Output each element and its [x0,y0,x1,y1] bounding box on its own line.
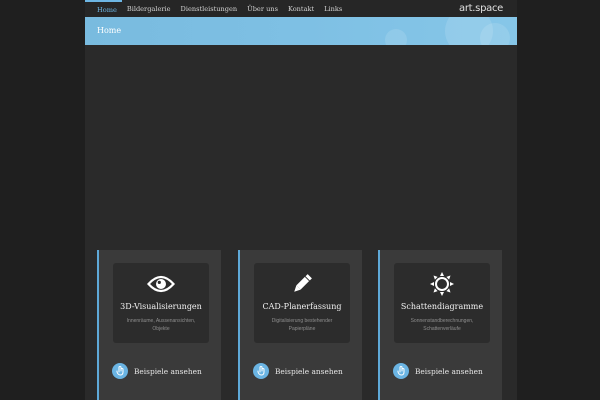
nav-item-ueber-uns[interactable]: Über uns [242,0,283,17]
service-description-line: Objekte [152,326,170,332]
examples-link-label: Beispiele ansehen [415,366,483,376]
service-title: Schattendiagramme [400,302,484,311]
nav-item-bildergalerie[interactable]: Bildergalerie [122,0,176,17]
examples-link[interactable]: Beispiele ansehen [253,363,343,379]
banner-bubble [480,23,510,45]
service-column-cad: CAD-Planerfassung Digitalisierung besteh… [238,250,362,400]
service-description-line: Papierpläne [288,326,316,332]
service-description-line: Sonnenstandberechnungen, [410,318,474,324]
service-description-line: Innenräume, Aussenansichten, [126,318,196,324]
service-description-line: Schattenverläufe [423,326,461,332]
hand-pointer-icon [393,363,409,379]
page-title: Home [97,26,122,35]
examples-link-label: Beispiele ansehen [134,366,202,376]
sun-icon [394,271,490,297]
service-title: 3D-Visualisierungen [120,302,202,311]
service-card[interactable]: CAD-Planerfassung Digitalisierung besteh… [254,263,350,343]
pencil-icon [254,271,350,297]
nav-item-dienstleistungen[interactable]: Dienstleistungen [176,0,243,17]
eye-icon [113,271,209,297]
banner-bubble [385,29,407,45]
examples-link-label: Beispiele ansehen [275,366,343,376]
service-card[interactable]: Schattendiagramme Sonnenstandberechnunge… [394,263,490,343]
page-container: Home Bildergalerie Dienstleistungen Über… [85,0,517,400]
service-description: Digitalisierung bestehender Papierpläne [262,317,342,333]
hand-pointer-icon [112,363,128,379]
service-column-3d: 3D-Visualisierungen Innenräume, Aussenan… [97,250,221,400]
page-banner: Home [85,17,517,45]
service-description: Sonnenstandberechnungen, Schattenverläuf… [402,317,482,333]
nav-item-kontakt[interactable]: Kontakt [283,0,319,17]
nav-item-links[interactable]: Links [319,0,347,17]
nav-item-home[interactable]: Home [85,0,122,17]
examples-link[interactable]: Beispiele ansehen [393,363,483,379]
service-description: Innenräume, Aussenansichten, Objekte [121,317,201,333]
hand-pointer-icon [253,363,269,379]
service-description-line: Digitalisierung bestehender [271,318,333,324]
service-title: CAD-Planerfassung [262,302,342,311]
service-card[interactable]: 3D-Visualisierungen Innenräume, Aussenan… [113,263,209,343]
service-column-schatten: Schattendiagramme Sonnenstandberechnunge… [378,250,502,400]
examples-link[interactable]: Beispiele ansehen [112,363,202,379]
site-logo[interactable]: art.space [459,3,503,14]
top-navigation: Home Bildergalerie Dienstleistungen Über… [85,0,517,17]
